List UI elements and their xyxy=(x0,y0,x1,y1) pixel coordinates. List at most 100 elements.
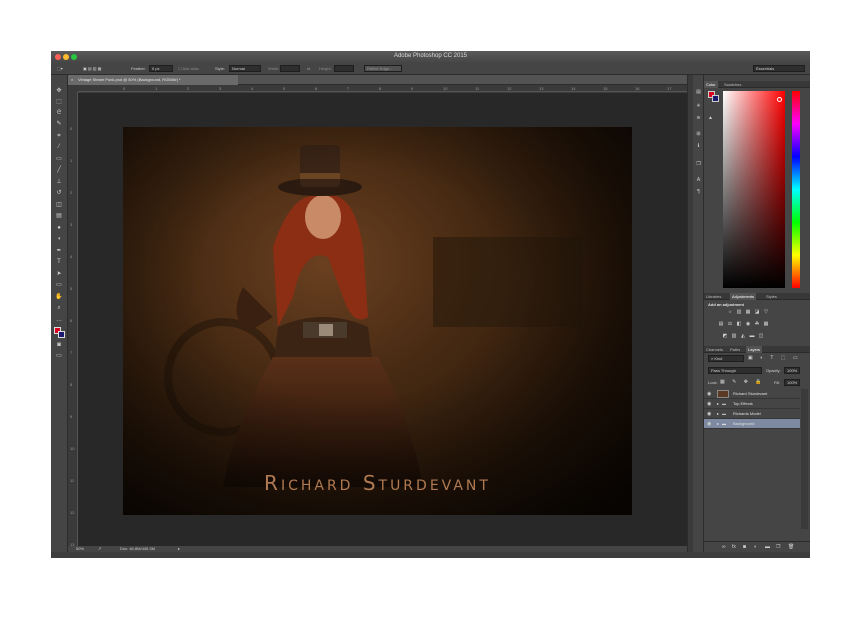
layer-row-richard-sturdevant[interactable]: ◉ Richard Sturdevant xyxy=(704,389,800,399)
tab-swatches[interactable]: Swatches xyxy=(722,81,743,88)
brush-panel-icon[interactable]: ≋ xyxy=(695,115,702,122)
clone-stamp-icon[interactable]: ⊥ xyxy=(54,178,64,187)
curves-icon[interactable]: ▦ xyxy=(745,310,751,315)
height-input[interactable] xyxy=(334,65,354,72)
tab-channels[interactable]: Channels xyxy=(704,346,725,353)
minimize-window-button[interactable] xyxy=(63,54,69,60)
photo-filter-icon[interactable]: ◉ xyxy=(745,322,751,327)
healing-brush-icon[interactable]: ▭ xyxy=(54,155,64,164)
extra-tools-icon[interactable]: … xyxy=(54,316,64,325)
swap-dimensions-icon[interactable]: ⇄ xyxy=(307,65,310,72)
close-window-button[interactable] xyxy=(55,54,61,60)
hue-slider[interactable] xyxy=(792,91,800,288)
clone-source-icon[interactable]: ⊞ xyxy=(695,131,702,138)
horizontal-ruler[interactable]: 0 1 2 3 4 5 6 7 8 9 10 11 12 13 14 15 16 17 xyxy=(78,85,687,92)
color-field[interactable] xyxy=(723,91,785,288)
layer-row-richards-model[interactable]: ◉ ▸ ▬ Richards Model xyxy=(704,409,800,419)
tab-styles[interactable]: Styles xyxy=(764,293,779,300)
refine-edge-button[interactable]: Refine Edge... xyxy=(364,65,402,72)
marquee-tool-icon[interactable]: ⬚ xyxy=(54,98,64,107)
fill-input[interactable]: 100% xyxy=(784,379,800,386)
hue-saturation-icon[interactable]: ▤ xyxy=(718,322,724,327)
selection-mode-icons[interactable]: ▣ ▤ ▥ ▦ xyxy=(83,65,101,72)
levels-icon[interactable]: ▥ xyxy=(736,310,742,315)
blend-mode-select[interactable]: Pass Through xyxy=(708,367,762,374)
paragraph-panel-icon[interactable]: ¶ xyxy=(695,189,702,196)
invert-icon[interactable]: ◩ xyxy=(722,334,728,339)
selective-color-icon[interactable]: ◫ xyxy=(758,334,764,339)
link-layers-icon[interactable]: ∞ xyxy=(722,544,726,550)
layer-filter-select[interactable]: ⌕ Kind xyxy=(708,355,744,362)
visibility-eye-icon[interactable]: ◉ xyxy=(707,409,711,419)
dodge-tool-icon[interactable]: ◖ xyxy=(54,235,64,244)
eyedropper-tool-icon[interactable]: ⁄ xyxy=(54,143,64,152)
pen-tool-icon[interactable]: ✒ xyxy=(54,247,64,256)
expand-group-icon[interactable]: ▸ xyxy=(717,419,719,429)
screen-mode-icon[interactable]: ▭ xyxy=(54,352,64,361)
opacity-input[interactable]: 100% xyxy=(784,367,800,374)
history-brush-icon[interactable]: ↺ xyxy=(54,189,64,198)
close-tab-icon[interactable]: × xyxy=(71,75,73,85)
brightness-contrast-icon[interactable]: ☼ xyxy=(727,310,733,315)
layer-row-background[interactable]: ◉ ▸ ▬ Background xyxy=(704,419,800,429)
lasso-tool-icon[interactable]: ᘓ xyxy=(54,109,64,118)
type-tool-icon[interactable]: T xyxy=(54,258,64,267)
layer-filter-icons[interactable]: ▣ ◐ T ⬚ ▭ xyxy=(748,355,801,361)
expand-group-icon[interactable]: ▸ xyxy=(717,409,719,419)
delete-layer-icon[interactable]: 🗑 xyxy=(788,544,794,550)
tab-color[interactable]: Color xyxy=(704,81,718,88)
history-panel-icon[interactable]: ▤ xyxy=(695,89,702,96)
new-layer-icon[interactable]: ❐ xyxy=(776,544,780,550)
style-select[interactable]: Normal xyxy=(229,65,261,72)
layer-comps-icon[interactable]: ❐ xyxy=(695,161,702,168)
vibrance-icon[interactable]: ▽ xyxy=(763,310,769,315)
gradient-map-icon[interactable]: ▬ xyxy=(749,334,755,339)
move-tool-icon[interactable]: ✥ xyxy=(54,87,64,96)
zoom-tool-icon[interactable]: ⌕ xyxy=(54,304,64,313)
document-tab[interactable]: × Vintage Steam Punk.psd @ 50% (Backgrou… xyxy=(68,75,238,85)
layer-row-top-effects[interactable]: ◉ ▸ ▬ Top Effects xyxy=(704,399,800,409)
adjustment-layer-icon[interactable]: ◐ xyxy=(754,544,757,550)
status-menu-icon[interactable]: ▸ xyxy=(178,546,180,552)
shape-tool-icon[interactable]: ▭ xyxy=(54,281,64,290)
workspace-select[interactable]: Essentials xyxy=(753,65,805,72)
maximize-window-button[interactable] xyxy=(71,54,77,60)
brush-presets-icon[interactable]: ✳ xyxy=(695,103,702,110)
tab-layers[interactable]: Layers xyxy=(746,346,763,353)
canvas-area[interactable]: Richard Sturdevant xyxy=(78,93,687,546)
color-balance-icon[interactable]: ⚖ xyxy=(727,322,733,327)
black-white-icon[interactable]: ◧ xyxy=(736,322,742,327)
channel-mixer-icon[interactable]: ☘ xyxy=(754,322,760,327)
lock-icons[interactable]: ▦ ✎ ✥ 🔒 xyxy=(720,379,765,385)
character-panel-icon[interactable]: A xyxy=(695,177,702,184)
visibility-eye-icon[interactable]: ◉ xyxy=(707,399,711,409)
visibility-eye-icon[interactable]: ◉ xyxy=(707,419,711,429)
anti-alias-checkbox[interactable]: ☐ Anti-alias xyxy=(178,65,199,72)
color-cursor[interactable] xyxy=(777,97,782,102)
threshold-icon[interactable]: ◭ xyxy=(740,334,746,339)
vertical-ruler[interactable]: 0 1 2 3 4 5 6 7 8 9 10 11 12 13 xyxy=(68,92,78,547)
expand-group-icon[interactable]: ▸ xyxy=(717,399,719,409)
zoom-level[interactable]: 50% xyxy=(76,546,84,552)
panel-background-swatch[interactable] xyxy=(712,95,719,102)
layers-scrollbar[interactable] xyxy=(801,389,808,529)
quick-mask-icon[interactable]: ◙ xyxy=(54,341,64,350)
background-color-swatch[interactable] xyxy=(58,331,65,338)
path-select-icon[interactable]: ➤ xyxy=(54,270,64,279)
tab-libraries[interactable]: Libraries xyxy=(704,293,723,300)
tab-adjustments[interactable]: Adjustments xyxy=(730,293,757,300)
eraser-tool-icon[interactable]: ◫ xyxy=(54,201,64,210)
visibility-eye-icon[interactable]: ◉ xyxy=(707,389,711,399)
exposure-icon[interactable]: ◪ xyxy=(754,310,760,315)
posterize-icon[interactable]: ▧ xyxy=(731,334,737,339)
layer-style-icon[interactable]: fx xyxy=(732,544,736,550)
marquee-preset-icon[interactable]: ⬚▾ xyxy=(57,65,63,72)
tab-paths[interactable]: Paths xyxy=(728,346,742,353)
layer-mask-icon[interactable]: ◙ xyxy=(743,544,746,550)
width-input[interactable] xyxy=(280,65,300,72)
new-group-icon[interactable]: ▬ xyxy=(765,544,770,550)
color-lookup-icon[interactable]: ▦ xyxy=(763,322,769,327)
blur-tool-icon[interactable]: ● xyxy=(54,224,64,233)
artwork-image[interactable]: Richard Sturdevant xyxy=(123,127,632,515)
hand-tool-icon[interactable]: ✋ xyxy=(54,293,64,302)
